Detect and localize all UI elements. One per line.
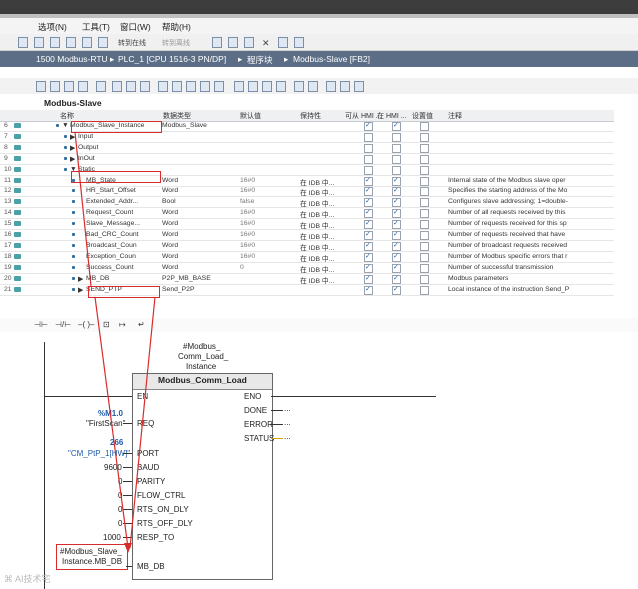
arrow-head bbox=[124, 543, 132, 553]
arrow-line-1 bbox=[74, 131, 92, 287]
watermark: ⌘ AI技术宅 bbox=[4, 574, 51, 584]
red-arrows bbox=[74, 131, 156, 553]
arrow-line-3 bbox=[129, 296, 156, 549]
watermark-text: AI技术宅 bbox=[15, 574, 51, 584]
arrow-line-2 bbox=[94, 296, 129, 549]
